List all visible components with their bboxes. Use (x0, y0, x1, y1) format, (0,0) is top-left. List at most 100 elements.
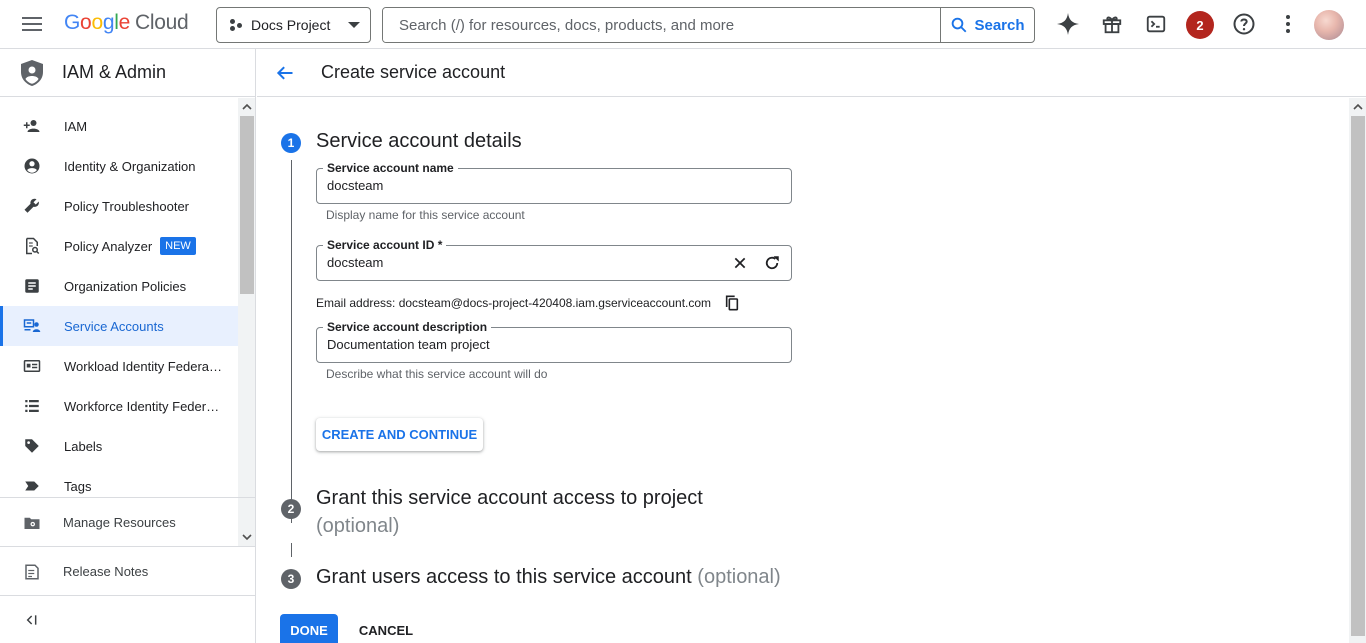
optional-label: (optional) (697, 566, 781, 588)
done-button[interactable]: DONE (280, 614, 338, 643)
page-title: Create service account (321, 62, 506, 82)
sidebar-item-release-notes[interactable]: Release Notes (0, 546, 255, 596)
email-address: Email address: docsteam@docs-project-420… (316, 295, 739, 311)
list-doc-icon (23, 277, 41, 295)
step-3-number: 3 (281, 569, 301, 589)
main-scroll-thumb[interactable] (1351, 116, 1365, 636)
page-header: Create service account (257, 49, 1366, 97)
search-button-label: Search (974, 16, 1025, 34)
avatar[interactable] (1314, 10, 1344, 40)
step-3-title[interactable]: Grant users access to this service accou… (316, 566, 781, 589)
sidebar-item-workforce-identity-federation[interactable]: Workforce Identity Federa... (0, 386, 256, 426)
logo-suffix: Cloud (134, 11, 189, 34)
project-name: Docs Project (251, 17, 331, 33)
clear-icon[interactable] (730, 253, 750, 273)
search-button[interactable]: Search (940, 8, 1034, 42)
field-label: Service account description (323, 320, 492, 334)
search-bar: Search (382, 7, 1035, 43)
field-label: Service account ID * (323, 238, 447, 252)
sidebar: IAM & Admin IAM Identity & Organization … (0, 49, 256, 643)
main-panel: Create service account 1 Service account… (257, 49, 1366, 643)
sidebar-item-iam[interactable]: IAM (0, 106, 256, 146)
step-connector (291, 160, 292, 523)
create-form: 1 Service account details Service accoun… (257, 98, 1349, 643)
logo-letter: o (80, 11, 92, 34)
sidebar-item-workload-identity-federation[interactable]: Workload Identity Federat... (0, 346, 256, 386)
notifications-badge[interactable]: 2 (1186, 11, 1214, 39)
sidebar-item-manage-resources[interactable]: Manage Resources (0, 497, 255, 547)
label-icon (23, 437, 41, 455)
sidebar-item-organization-policies[interactable]: Organization Policies (0, 266, 256, 306)
gemini-sparkle-icon[interactable] (1056, 12, 1080, 36)
service-account-name-field: Service account name (316, 161, 792, 204)
step-connector (291, 543, 292, 557)
collapse-sidebar-button[interactable] (0, 595, 255, 643)
logo-letter: e (118, 11, 131, 34)
step-2-title-text: Grant this service account access to pro… (316, 487, 703, 509)
help-icon[interactable] (1232, 12, 1256, 36)
step-2-title[interactable]: Grant this service account access to pro… (316, 484, 736, 540)
document-search-icon (23, 237, 41, 255)
logo-letter: G (64, 11, 81, 34)
project-picker[interactable]: Docs Project (216, 7, 371, 43)
field-hint: Display name for this service account (326, 208, 525, 222)
sidebar-item-service-accounts[interactable]: Service Accounts (0, 306, 238, 346)
optional-label: (optional) (316, 515, 400, 537)
scroll-up-icon[interactable] (1352, 101, 1364, 113)
step-1-title: Service account details (316, 130, 522, 152)
service-account-description-field: Service account description (316, 320, 792, 363)
sidebar-item-label: Service Accounts (64, 318, 164, 334)
project-hierarchy-icon (229, 18, 243, 32)
cloud-shell-icon[interactable] (1144, 12, 1168, 36)
sidebar-item-label: Release Notes (63, 564, 149, 579)
service-account-name-input[interactable] (327, 178, 717, 193)
new-badge: NEW (160, 237, 196, 255)
sidebar-scrollbar[interactable] (238, 98, 255, 546)
service-account-id-field: Service account ID * (316, 238, 792, 281)
sidebar-header: IAM & Admin (0, 49, 255, 97)
field-label: Service account name (323, 161, 458, 175)
tag-icon (23, 477, 41, 495)
sidebar-item-label: Workload Identity Federat... (64, 358, 222, 374)
logo-letter: o (91, 11, 103, 34)
person-add-icon (23, 117, 41, 135)
service-account-id-input[interactable] (327, 255, 717, 270)
search-icon (952, 17, 967, 33)
chevron-down-icon (348, 22, 360, 28)
create-and-continue-button[interactable]: CREATE AND CONTINUE (316, 418, 483, 451)
top-bar: GoogleCloud Docs Project Search 2 (0, 0, 1366, 49)
sidebar-item-label: Policy Troubleshooter (64, 198, 190, 214)
logo-letter: g (102, 11, 115, 34)
step-1-number: 1 (281, 133, 301, 153)
step-3-title-text: Grant users access to this service accou… (316, 566, 692, 588)
collapse-left-icon (23, 612, 39, 628)
sidebar-nav: IAM Identity & Organization Policy Troub… (0, 98, 256, 546)
menu-icon[interactable] (22, 14, 44, 34)
sidebar-item-labels[interactable]: Labels (0, 426, 256, 466)
sidebar-item-policy-troubleshooter[interactable]: Policy Troubleshooter (0, 186, 256, 226)
more-vert-icon[interactable] (1276, 12, 1300, 36)
sidebar-item-label: Labels (64, 438, 103, 454)
sidebar-item-policy-analyzer[interactable]: Policy Analyzer NEW (0, 226, 256, 266)
sidebar-item-label: Workforce Identity Federa... (64, 398, 222, 414)
back-arrow-icon[interactable] (275, 63, 295, 83)
sidebar-item-label: Manage Resources (63, 515, 176, 530)
sidebar-item-label: Organization Policies (64, 278, 187, 294)
main-scrollbar[interactable] (1349, 98, 1366, 643)
notes-icon (23, 563, 41, 581)
cancel-button[interactable]: CANCEL (350, 614, 422, 643)
search-input[interactable] (383, 8, 940, 42)
refresh-icon[interactable] (762, 253, 782, 273)
sidebar-scroll-thumb[interactable] (240, 116, 254, 294)
gift-icon[interactable] (1100, 12, 1124, 36)
copy-icon[interactable] (725, 295, 739, 311)
shield-icon (21, 59, 43, 86)
service-account-description-input[interactable] (327, 337, 717, 352)
service-account-icon (23, 317, 41, 335)
scroll-up-icon[interactable] (241, 101, 253, 113)
sidebar-title: IAM & Admin (62, 62, 167, 82)
email-address-text: Email address: docsteam@docs-project-420… (316, 296, 712, 310)
sidebar-item-identity-organization[interactable]: Identity & Organization (0, 146, 256, 186)
sidebar-item-label: Identity & Organization (64, 158, 196, 174)
google-cloud-logo[interactable]: Google Cloud (64, 11, 189, 35)
